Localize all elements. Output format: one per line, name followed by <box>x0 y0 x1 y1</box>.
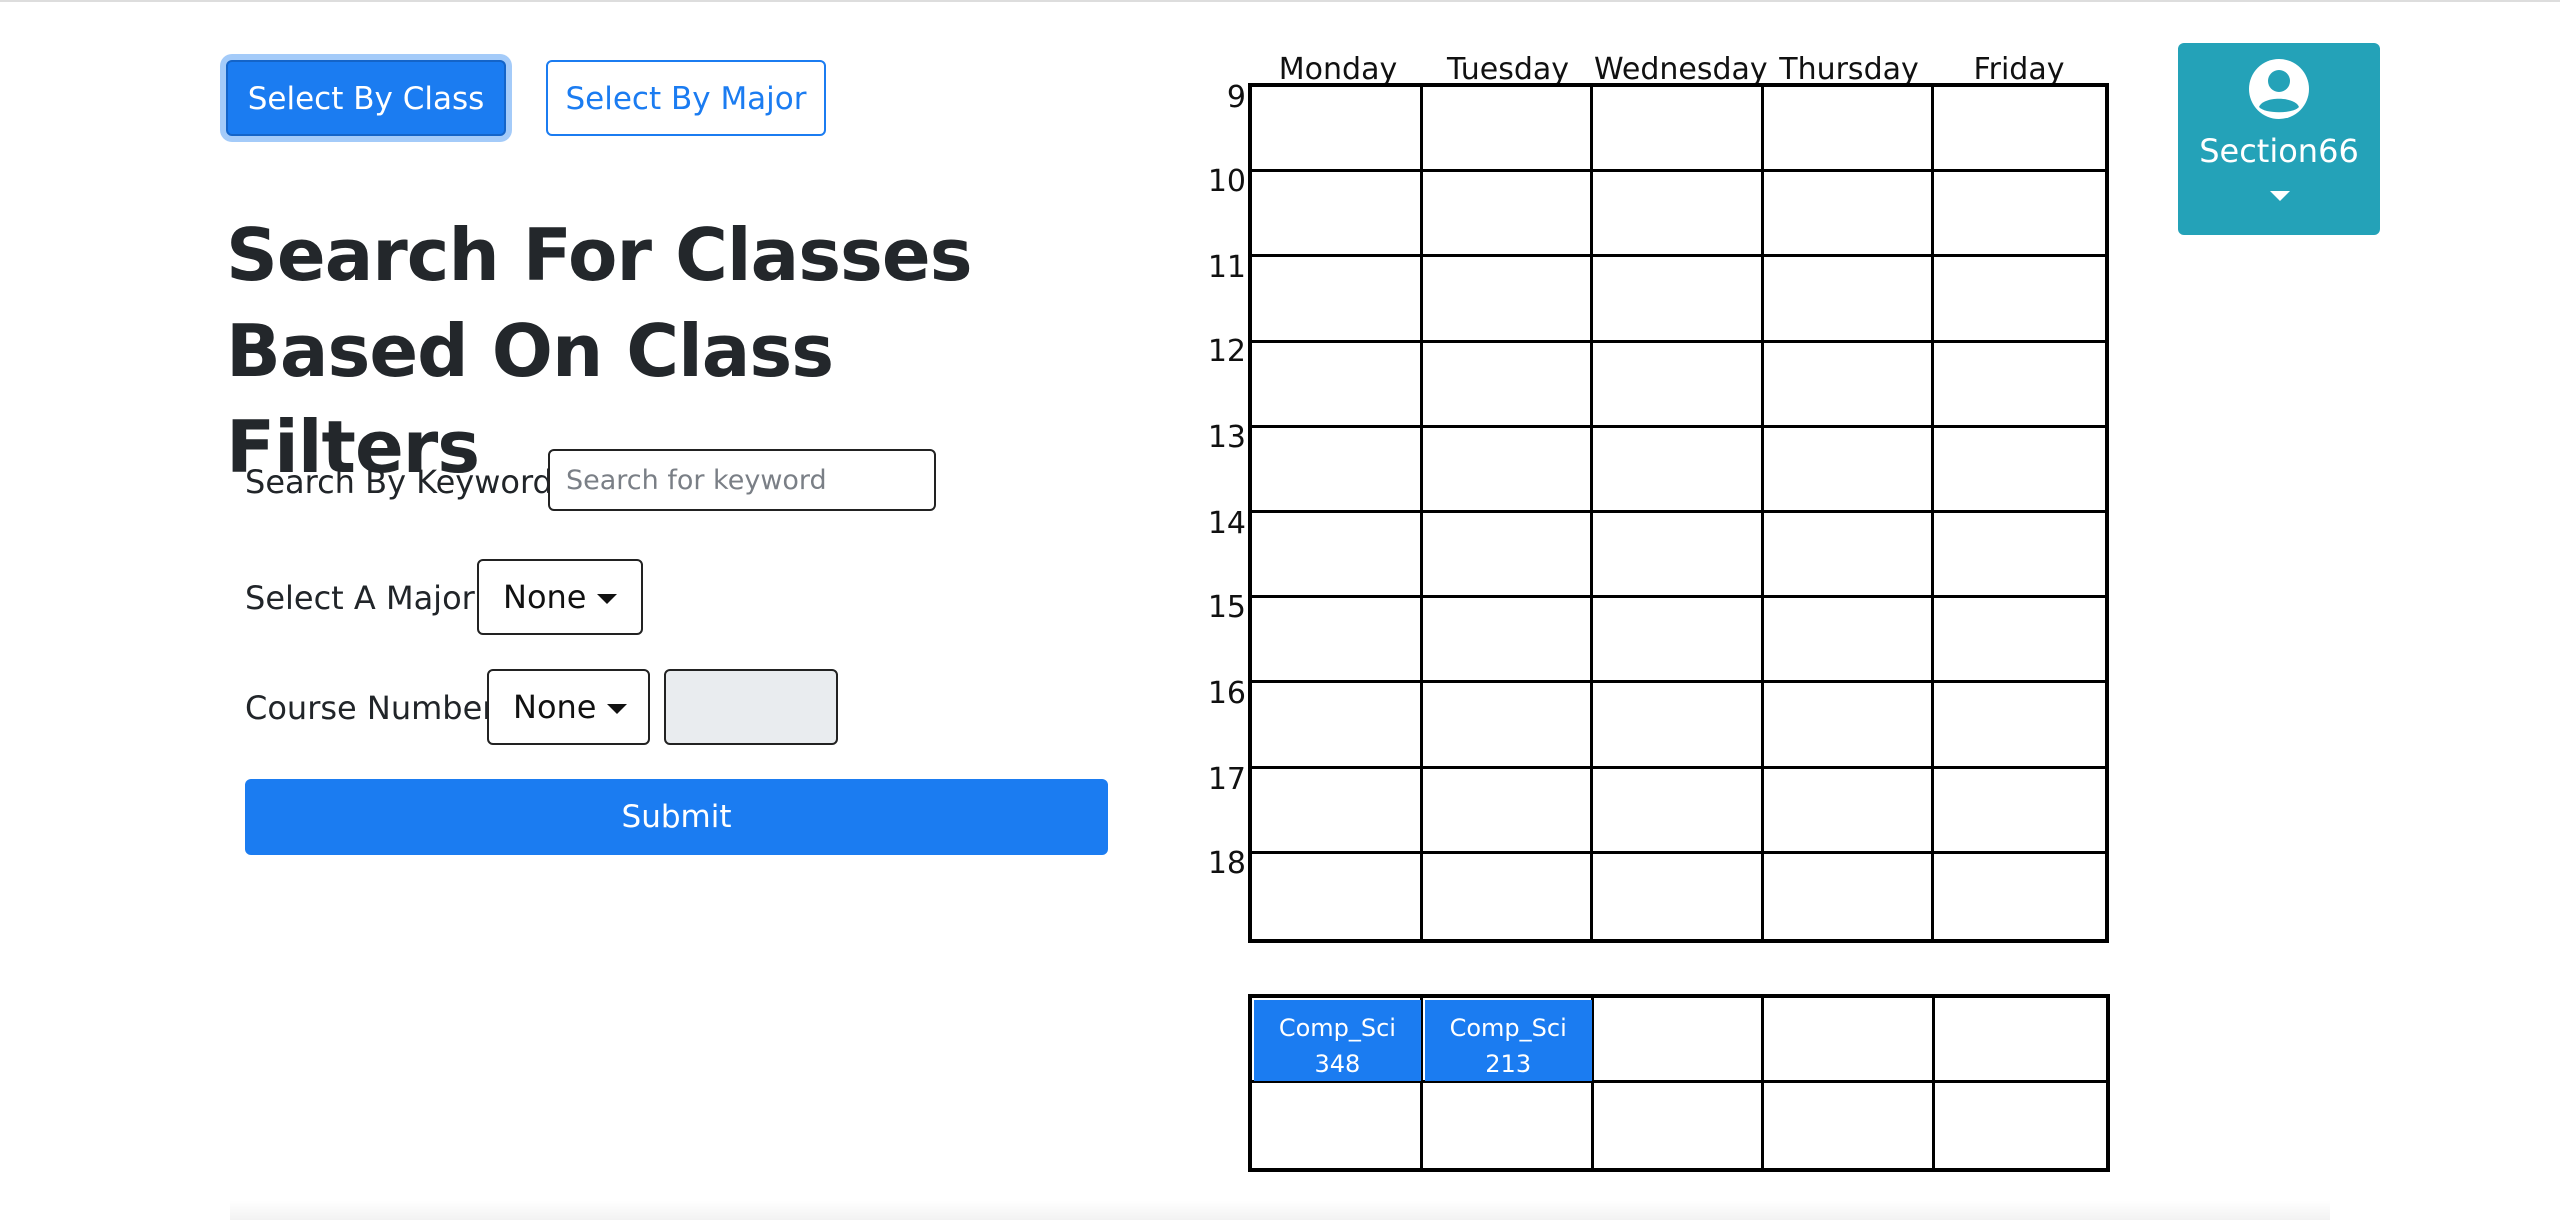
schedule-cell <box>1763 87 1935 173</box>
schedule-cell <box>1593 257 1764 343</box>
schedule-cell <box>1252 257 1423 343</box>
schedule-cell <box>1422 342 1594 428</box>
schedule-cell <box>1593 683 1764 769</box>
schedule-cell <box>1593 342 1764 428</box>
schedule-cell <box>1423 853 1594 939</box>
schedule-cell <box>1934 769 2105 854</box>
user-menu[interactable]: Section66 <box>2178 43 2380 235</box>
schedule-cell <box>1934 87 2105 173</box>
hour-label-18: 18 <box>1207 846 1246 881</box>
course-number-input <box>664 669 838 745</box>
hour-label-10: 10 <box>1207 164 1246 199</box>
tray-cell <box>1423 1083 1594 1168</box>
schedule-cell <box>1422 768 1594 854</box>
user-name: Section66 <box>2199 132 2359 170</box>
schedule-cell <box>1422 172 1594 258</box>
schedule-cell <box>1422 257 1594 343</box>
schedule-cell <box>1593 87 1764 173</box>
caret-down-icon <box>597 594 617 604</box>
hour-label-17: 17 <box>1207 762 1246 797</box>
course-chip[interactable]: Comp_Sci 348 <box>1254 1000 1421 1081</box>
hour-label-16: 16 <box>1207 676 1246 711</box>
hour-label-11: 11 <box>1207 250 1246 285</box>
schedule-cell <box>1252 87 1423 173</box>
hour-label-9: 9 <box>1226 80 1246 115</box>
schedule-cell <box>1763 683 1935 769</box>
schedule-cell <box>1764 853 1935 939</box>
schedule-cell <box>1422 513 1594 599</box>
user-circle-icon <box>2249 59 2309 119</box>
course-number-label: Course Number <box>245 689 496 727</box>
schedule-cell <box>1593 768 1764 854</box>
caret-down-icon <box>607 704 627 714</box>
caret-down-icon <box>2270 191 2290 201</box>
schedule-cell <box>1763 427 1935 513</box>
schedule-cell <box>1252 342 1423 428</box>
course-chip-number: 348 <box>1314 1050 1361 1078</box>
course-chip-dept: Comp_Sci <box>1278 1014 1396 1042</box>
page-bottom-shadow <box>230 1200 2330 1220</box>
schedule-cell <box>1934 428 2105 513</box>
schedule-cell <box>1934 598 2105 684</box>
schedule-cell <box>1593 427 1764 513</box>
tray-cell <box>1935 998 2106 1083</box>
schedule-cell <box>1763 172 1935 258</box>
schedule-cell <box>1593 513 1764 599</box>
course-number-dropdown-value: None <box>513 688 597 726</box>
schedule-cell <box>1422 427 1594 513</box>
major-dropdown[interactable]: None <box>477 559 643 635</box>
schedule-cell <box>1934 683 2105 769</box>
schedule-cell <box>1763 257 1935 343</box>
schedule-cell <box>1593 172 1764 258</box>
hour-label-15: 15 <box>1207 590 1246 625</box>
submit-button[interactable]: Submit <box>245 779 1108 855</box>
schedule-cell <box>1934 513 2105 599</box>
hour-label-13: 13 <box>1207 420 1246 455</box>
schedule-cell <box>1252 427 1423 513</box>
schedule-cell <box>1593 598 1764 684</box>
tray-cell <box>1252 1083 1423 1168</box>
hour-label-12: 12 <box>1207 334 1246 369</box>
schedule-cell <box>1252 853 1423 939</box>
tray-cell <box>1935 1083 2106 1168</box>
schedule-cell <box>1763 513 1935 599</box>
schedule-cell <box>1763 598 1935 684</box>
tray-cell <box>1593 998 1765 1083</box>
schedule-cell <box>1763 768 1935 854</box>
schedule-cell <box>1252 513 1423 599</box>
tray-cell <box>1764 1083 1936 1168</box>
hour-label-14: 14 <box>1207 506 1246 541</box>
schedule-cell <box>1763 342 1935 428</box>
select-by-class-button[interactable]: Select By Class <box>226 60 506 136</box>
schedule-cell <box>1934 257 2105 343</box>
selected-courses-tray: Comp_Sci 348 Comp_Sci 213 <box>1248 994 2110 1172</box>
major-dropdown-value: None <box>503 578 587 616</box>
schedule-cell <box>1252 768 1423 854</box>
schedule-cell <box>1422 683 1594 769</box>
schedule-cell <box>1422 598 1594 684</box>
schedule-cell <box>1252 172 1423 258</box>
select-by-major-button[interactable]: Select By Major <box>546 60 826 136</box>
major-label: Select A Major: <box>245 579 486 617</box>
course-chip-dept: Comp_Sci <box>1449 1014 1567 1042</box>
tray-cell <box>1594 1083 1765 1168</box>
schedule-cell <box>1934 172 2105 258</box>
weekly-schedule-grid <box>1248 83 2109 943</box>
schedule-cell <box>1934 343 2105 428</box>
schedule-cell <box>1422 87 1594 173</box>
schedule-cell <box>1934 854 2105 939</box>
schedule-cell <box>1593 853 1764 939</box>
keyword-label: Search By Keyword: <box>245 463 564 501</box>
course-number-dropdown[interactable]: None <box>487 669 650 745</box>
keyword-search-input[interactable] <box>548 449 936 511</box>
course-chip[interactable]: Comp_Sci 213 <box>1424 1000 1592 1081</box>
tray-cell <box>1764 998 1936 1083</box>
course-chip-number: 213 <box>1485 1050 1532 1078</box>
schedule-cell <box>1252 683 1423 769</box>
schedule-cell <box>1252 598 1423 684</box>
